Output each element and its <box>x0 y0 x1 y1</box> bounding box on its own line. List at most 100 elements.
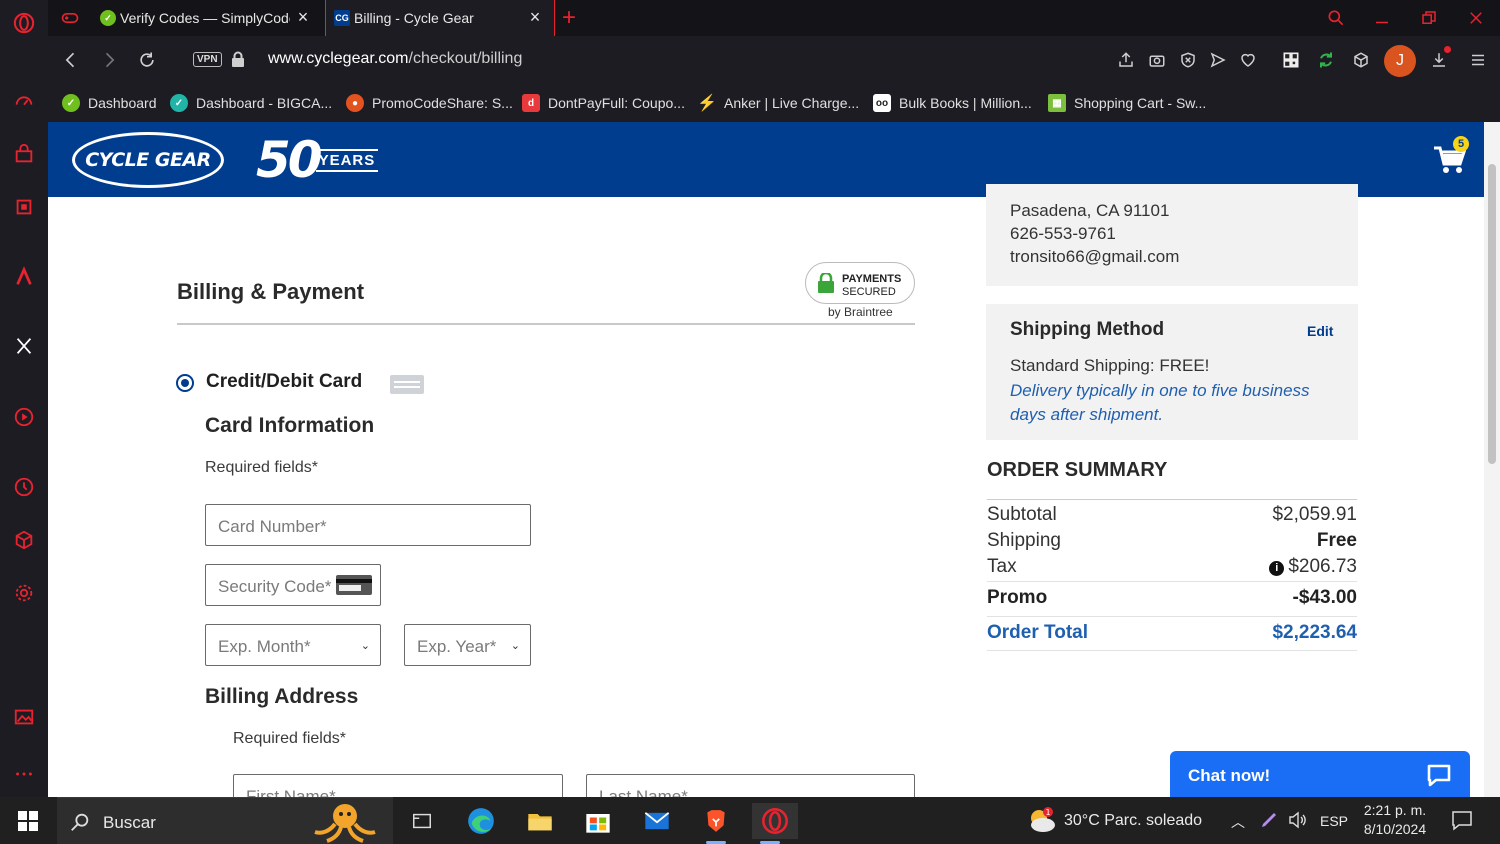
profile-avatar[interactable]: J <box>1384 45 1416 77</box>
store-icon[interactable] <box>580 803 616 839</box>
weather-cloud-icon[interactable]: 1 <box>1025 806 1057 834</box>
tab-verify-codes[interactable]: ✓ Verify Codes — SimplyCodes × <box>100 0 322 36</box>
credit-card-radio[interactable] <box>176 374 194 392</box>
cube-icon[interactable] <box>12 528 36 552</box>
back-icon[interactable] <box>59 48 83 72</box>
tray-chevron-up-icon[interactable]: ︿ <box>1231 812 1245 832</box>
chevron-down-icon: ⌄ <box>360 640 370 652</box>
windows-start-icon[interactable] <box>18 811 38 831</box>
tab-game-icon[interactable] <box>60 8 80 28</box>
cycle-gear-logo[interactable]: CYCLE GEAR <box>72 132 224 188</box>
reload-icon[interactable] <box>135 48 159 72</box>
extension-chip-icon[interactable] <box>12 195 36 219</box>
card-number-field[interactable]: Card Number* <box>205 504 531 546</box>
forward-icon[interactable] <box>97 48 121 72</box>
notifications-icon[interactable] <box>1451 809 1473 831</box>
chat-bubble-icon <box>1427 764 1451 787</box>
edge-icon[interactable] <box>463 803 499 839</box>
settings-gear-icon[interactable] <box>12 581 36 605</box>
bookmark-item[interactable]: d DontPayFull: Coupo... <box>522 90 685 116</box>
gallery-icon[interactable] <box>12 705 36 729</box>
web-page: CYCLE GEAR 50 YEARS 5 Billing & Payment … <box>48 122 1484 797</box>
bookmark-item[interactable]: ● PromoCodeShare: S... <box>346 90 513 116</box>
minimize-icon[interactable] <box>1370 6 1394 30</box>
camera-icon[interactable] <box>1147 50 1167 70</box>
tab-billing-cycle-gear[interactable]: CG Billing - Cycle Gear × <box>325 0 555 36</box>
language-indicator[interactable]: ESP <box>1320 813 1348 829</box>
tab-close-icon[interactable]: × <box>294 8 312 26</box>
octopus-illustration-icon <box>314 804 376 843</box>
close-window-icon[interactable] <box>1464 6 1488 30</box>
last-name-field[interactable]: Last Name* <box>586 774 915 797</box>
shipping-edit-link[interactable]: Edit <box>1307 323 1333 339</box>
security-code-field[interactable]: Security Code* <box>205 564 381 606</box>
easy-setup-menu-icon[interactable] <box>1468 50 1488 70</box>
browser-sidebar <box>0 0 48 797</box>
promo-row: Promo -$43.00 <box>987 587 1357 608</box>
task-view-icon[interactable] <box>404 803 440 839</box>
heart-icon[interactable] <box>1238 50 1258 70</box>
file-explorer-icon[interactable] <box>522 803 558 839</box>
shipping-row: Shipping Free <box>987 530 1357 551</box>
exp-year-select[interactable]: Exp. Year* ⌄ <box>404 624 531 666</box>
lock-icon[interactable] <box>231 51 245 67</box>
address-city-line: Pasadena, CA 91101 <box>1010 201 1170 220</box>
search-tabs-icon[interactable] <box>1324 6 1348 30</box>
bookmark-item[interactable]: ▦ Shopping Cart - Sw... <box>1048 90 1206 116</box>
shipping-address-box: Pasadena, CA 91101 626-553-9761 tronsito… <box>986 184 1358 286</box>
player-icon[interactable] <box>12 405 36 429</box>
simplycodes-favicon-icon: ✓ <box>100 10 116 26</box>
tab-close-icon[interactable]: × <box>526 8 544 26</box>
opera-taskbar-icon[interactable] <box>752 803 798 844</box>
bookmarks-bar: ✓ Dashboard ✓ Dashboard - BIGCA... ● PromoC… <box>48 84 1500 122</box>
adblock-icon[interactable] <box>1178 50 1198 70</box>
opera-logo-icon[interactable] <box>12 11 36 35</box>
green-lock-icon <box>818 273 834 293</box>
bookmark-favicon-icon: ● <box>346 94 364 112</box>
more-icon[interactable] <box>12 762 36 786</box>
bookmark-item[interactable]: ⚡ Anker | Live Charge... <box>697 90 859 116</box>
speed-dial-icon[interactable] <box>12 89 36 113</box>
vpn-badge[interactable]: VPN <box>193 52 222 67</box>
shipping-method-box: Shipping Method Edit Standard Shipping: … <box>986 304 1358 440</box>
bookmark-favicon-icon: d <box>522 94 540 112</box>
credit-card-label[interactable]: Credit/Debit Card <box>206 371 362 393</box>
chat-now-button[interactable]: Chat now! <box>1170 751 1470 797</box>
bookmark-item[interactable]: oo Bulk Books | Million... <box>873 90 1032 116</box>
required-fields-note: Required fields* <box>233 730 346 747</box>
bookmark-item[interactable]: ✓ Dashboard <box>62 90 157 116</box>
shopping-bag-icon[interactable] <box>12 142 36 166</box>
bookmark-item[interactable]: ✓ Dashboard - BIGCA... <box>170 90 332 116</box>
send-icon[interactable] <box>1208 50 1228 70</box>
first-name-field[interactable]: First Name* <box>233 774 563 797</box>
pen-tray-icon[interactable] <box>1259 810 1279 830</box>
credit-card-icon <box>390 375 424 394</box>
volume-icon[interactable] <box>1287 810 1307 830</box>
clock[interactable]: 2:21 p. m. 8/10/2024 <box>1350 801 1440 839</box>
sync-extension-icon[interactable] <box>1316 50 1336 70</box>
subtotal-row: Subtotal $2,059.91 <box>987 504 1357 525</box>
aria-icon[interactable] <box>12 265 36 289</box>
taskbar-search[interactable]: Buscar <box>57 797 393 844</box>
page-scrollbar[interactable] <box>1484 122 1500 797</box>
address-phone: 626-553-9761 <box>1010 224 1116 243</box>
screen: ✓ Verify Codes — SimplyCodes × CG Billin… <box>0 0 1500 844</box>
weather-text[interactable]: 30°C Parc. soleado <box>1064 812 1202 830</box>
cart-count-badge: 5 <box>1453 136 1469 152</box>
mail-icon[interactable] <box>639 803 675 839</box>
scrollbar-thumb[interactable] <box>1488 164 1496 464</box>
50-years-logo: 50 YEARS <box>256 131 379 189</box>
x-twitter-icon[interactable] <box>12 334 36 358</box>
info-icon[interactable]: i <box>1269 561 1285 576</box>
restore-icon[interactable] <box>1417 6 1441 30</box>
exp-month-select[interactable]: Exp. Month* ⌄ <box>205 624 381 666</box>
history-icon[interactable] <box>12 475 36 499</box>
extensions-cube-icon[interactable] <box>1351 50 1371 70</box>
downloads-icon[interactable] <box>1429 50 1449 70</box>
new-tab-plus-icon[interactable]: + <box>562 4 576 32</box>
share-icon[interactable] <box>1116 50 1136 70</box>
by-braintree-label: by Braintree <box>828 305 893 319</box>
url-field[interactable]: www.cyclegear.com/checkout/billing <box>268 50 522 68</box>
brave-icon[interactable] <box>698 803 734 844</box>
qr-extension-icon[interactable] <box>1281 50 1301 70</box>
